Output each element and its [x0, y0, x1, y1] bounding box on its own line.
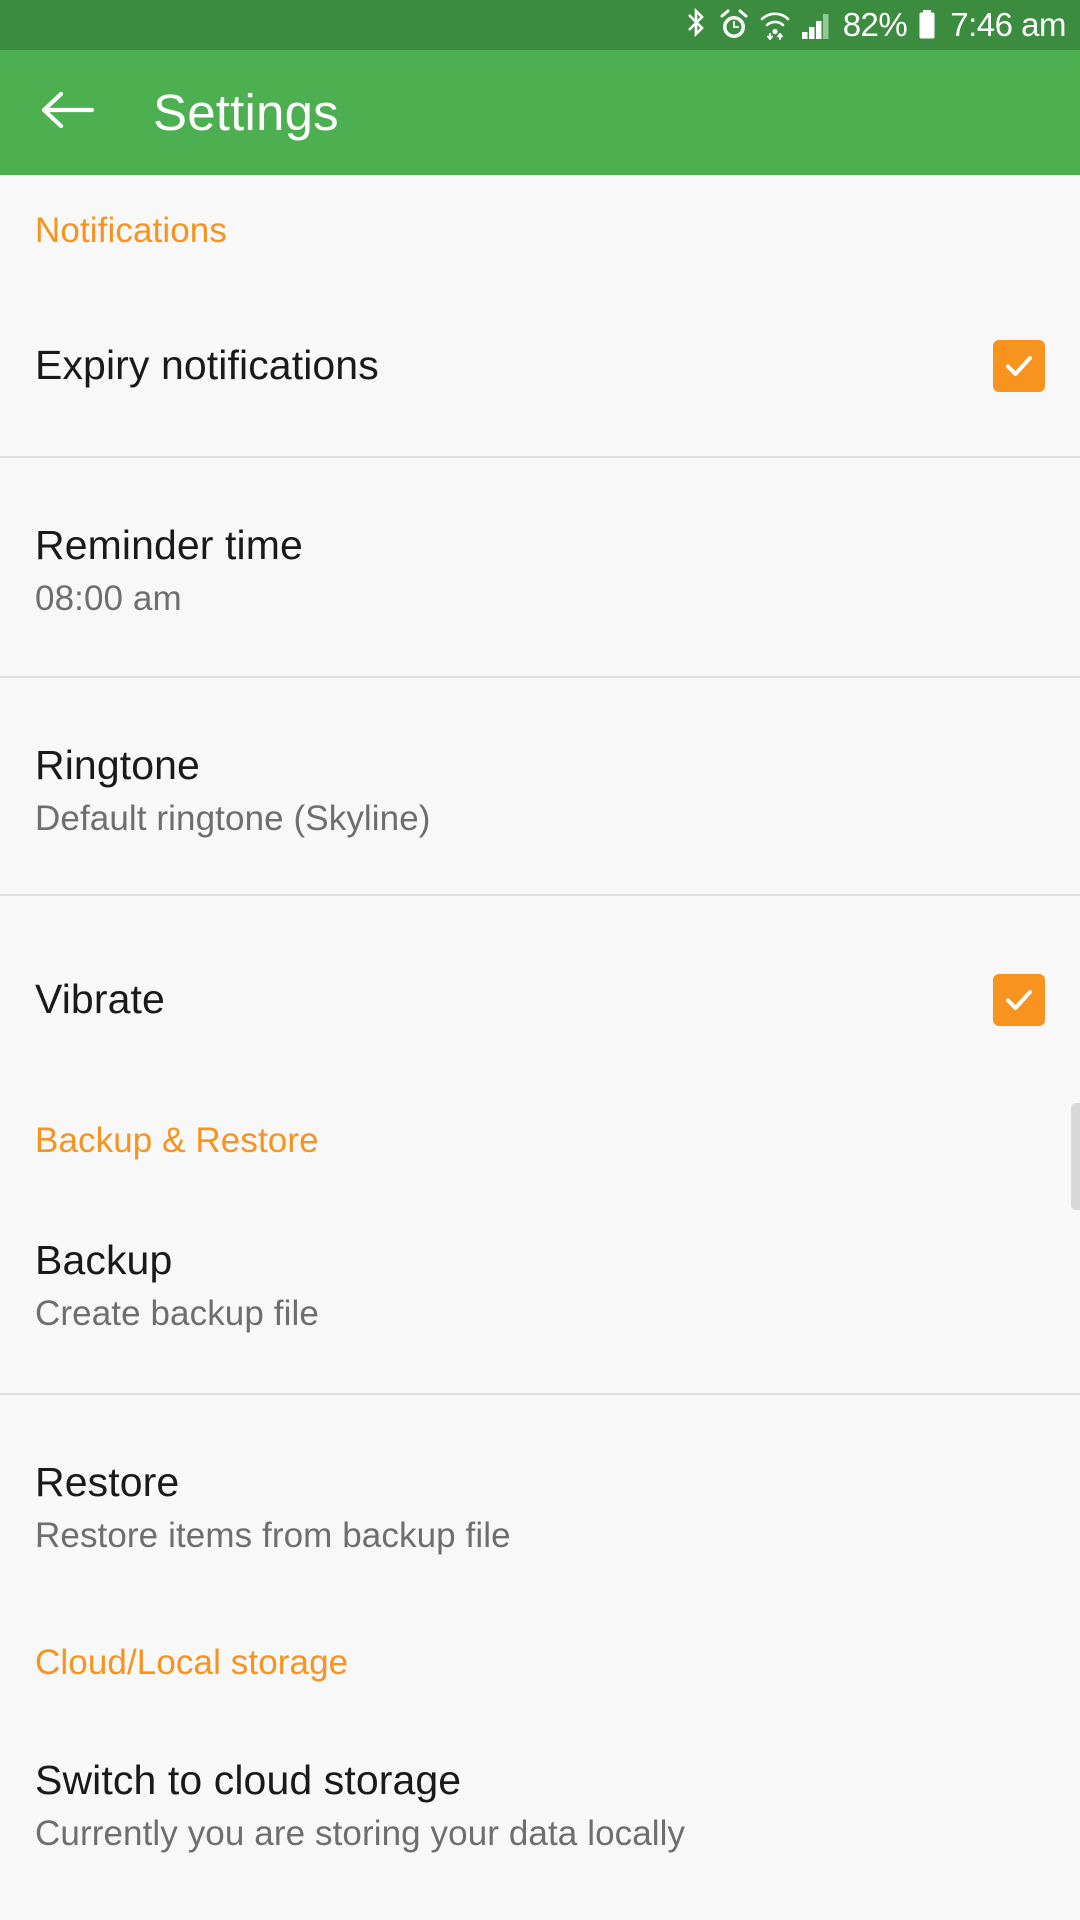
pref-row-restore[interactable]: Restore Restore items from backup file: [0, 1443, 1080, 1573]
row-divider: [0, 894, 1080, 896]
vertical-scrollbar[interactable]: [1071, 1103, 1080, 1210]
back-arrow-icon: [40, 89, 96, 136]
battery-percent-label: 82%: [842, 6, 908, 43]
vibrate-checkbox[interactable]: [993, 973, 1045, 1026]
section-header-cloud-local-storage: Cloud/Local storage: [35, 1643, 349, 1682]
pref-title: Expiry notifications: [35, 341, 379, 388]
pref-title: Ringtone: [35, 742, 200, 789]
back-button[interactable]: [31, 76, 105, 150]
pref-title: Switch to cloud storage: [35, 1757, 462, 1804]
row-divider: [0, 456, 1080, 458]
row-divider: [0, 676, 1080, 678]
pref-title: Reminder time: [35, 522, 303, 569]
check-icon: [1001, 982, 1037, 1018]
expiry-notifications-checkbox[interactable]: [993, 339, 1045, 392]
pref-summary: Default ringtone (Skyline): [35, 799, 431, 839]
status-bar: 82% 7:46 am: [0, 0, 1080, 50]
pref-title: Backup: [35, 1237, 173, 1284]
status-bar-clock: 7:46 am: [950, 6, 1066, 43]
section-header-notifications: Notifications: [35, 211, 227, 250]
check-icon: [1001, 348, 1037, 384]
bluetooth-icon: [683, 8, 709, 42]
page-title: Settings: [153, 84, 339, 141]
pref-summary: 08:00 am: [35, 579, 182, 619]
app-bar: Settings: [0, 50, 1080, 175]
settings-list: Notifications Expiry notifications Remin…: [0, 175, 1080, 1920]
wifi-icon: [759, 8, 791, 42]
signal-icon: [800, 8, 832, 42]
pref-row-vibrate[interactable]: Vibrate: [0, 942, 1080, 1057]
pref-row-switch-to-cloud-storage[interactable]: Switch to cloud storage Currently you ar…: [0, 1741, 1080, 1871]
pref-title: Restore: [35, 1459, 180, 1506]
pref-row-ringtone[interactable]: Ringtone Default ringtone (Skyline): [0, 726, 1080, 856]
pref-title: Vibrate: [35, 975, 165, 1022]
pref-row-reminder-time[interactable]: Reminder time 08:00 am: [0, 506, 1080, 636]
alarm-icon: [718, 8, 750, 42]
battery-icon: [916, 8, 938, 42]
pref-summary: Currently you are storing your data loca…: [35, 1814, 686, 1854]
pref-row-backup[interactable]: Backup Create backup file: [0, 1221, 1080, 1351]
pref-summary: Restore items from backup file: [35, 1516, 511, 1556]
pref-row-expiry-notifications[interactable]: Expiry notifications: [0, 308, 1080, 423]
row-divider: [0, 1393, 1080, 1395]
section-header-backup-restore: Backup & Restore: [35, 1121, 319, 1160]
pref-summary: Create backup file: [35, 1294, 319, 1334]
